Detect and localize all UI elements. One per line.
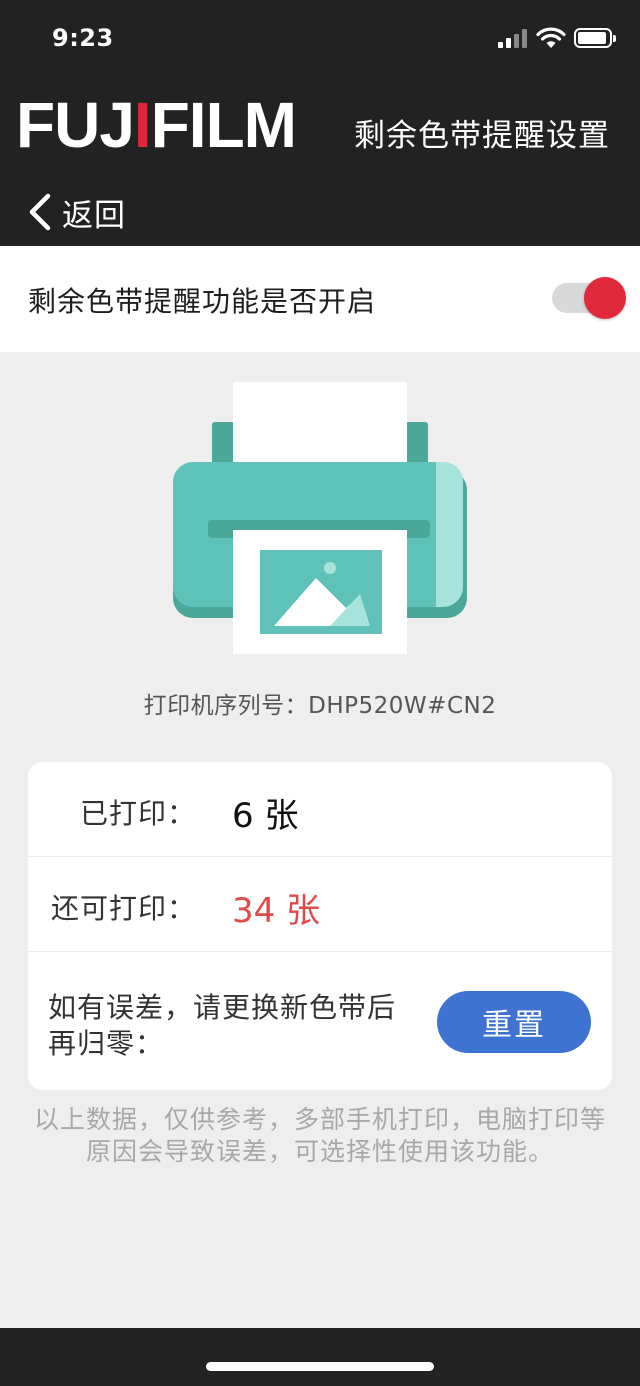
serial-number: DHP520W#CN2: [308, 693, 497, 719]
remaining-label: 还可打印：: [50, 892, 196, 925]
printer-illustration-icon: [173, 382, 467, 654]
reset-button[interactable]: 重置: [437, 991, 591, 1053]
chevron-left-icon: [29, 193, 51, 231]
cellular-signal-icon: [498, 28, 528, 48]
disclaimer-text: 以上数据，仅供参考，多部手机打印，电脑打印等原因会导致误差，可选择性使用该功能。: [33, 1105, 606, 1166]
home-indicator[interactable]: [206, 1362, 434, 1371]
ribbon-count-card: 已打印： 6 张 还可打印： 34 张 如有误差，请更换新色带后再归零： 重置: [28, 762, 612, 1090]
printer-serial: 打印机序列号：DHP520W#CN2: [0, 686, 640, 720]
serial-label: 打印机序列号：: [143, 693, 309, 719]
back-label: 返回: [62, 197, 126, 234]
printed-label: 已打印：: [79, 797, 196, 830]
reminder-toggle-row: 剩余色带提醒功能是否开启: [0, 246, 640, 352]
remaining-value: 34 张: [232, 891, 321, 931]
bottom-bar: [0, 1328, 640, 1386]
reminder-toggle-switch[interactable]: [550, 276, 628, 320]
remaining-count-row: 还可打印： 34 张: [28, 857, 612, 952]
back-button[interactable]: 返回: [26, 190, 126, 234]
reset-instruction: 如有误差，请更换新色带后再归零：: [48, 991, 397, 1060]
battery-icon: [574, 28, 616, 48]
printed-count-row: 已打印： 6 张: [28, 762, 612, 857]
reminder-toggle-label: 剩余色带提醒功能是否开启: [28, 285, 377, 318]
logo-text-part3: FILM: [150, 89, 297, 161]
printed-value: 6 张: [232, 796, 299, 836]
logo-text-part1: FUJ: [16, 89, 135, 161]
toggle-knob: [584, 277, 626, 319]
logo-text-part2: I: [133, 89, 152, 161]
app-header: 9:23 FUJIFILM 剩余色带提醒设置 返回: [0, 0, 640, 246]
status-time: 9:23: [52, 24, 114, 52]
fujifilm-logo: FUJIFILM: [16, 89, 297, 161]
wifi-icon: [536, 27, 566, 48]
page-title: 剩余色带提醒设置: [354, 118, 610, 154]
